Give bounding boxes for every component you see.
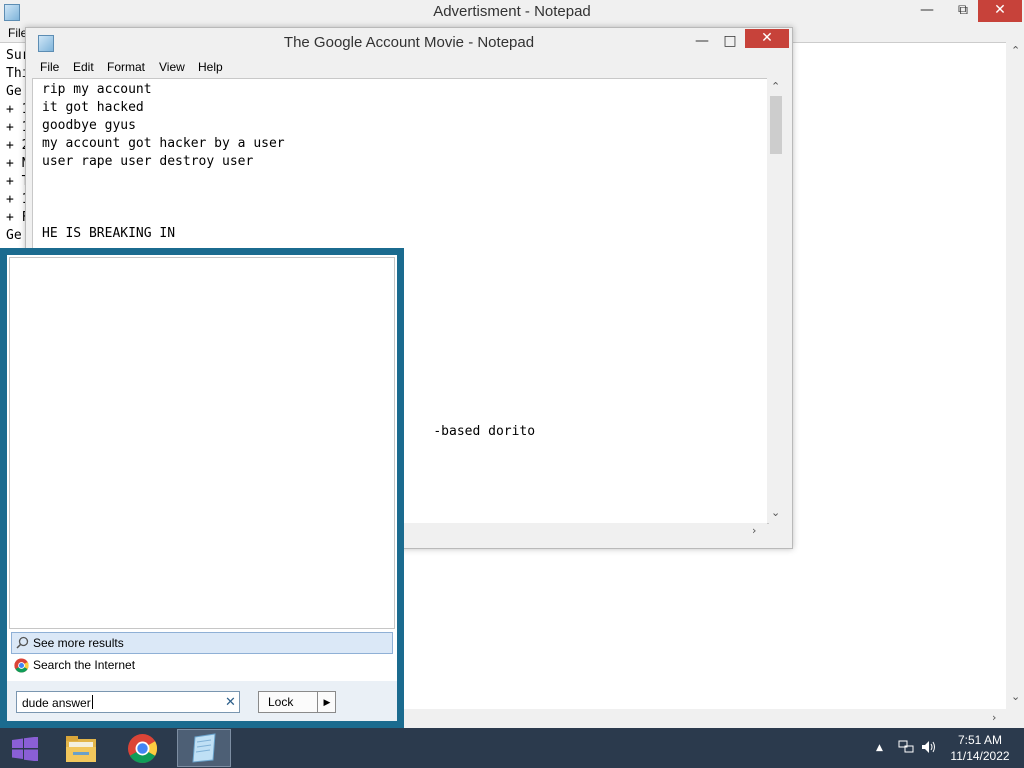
text-line: rip my account — [42, 82, 152, 97]
taskbar: ▲ 7:51 AM 11/14/2022 — [0, 728, 1024, 768]
start-button[interactable] — [0, 729, 54, 767]
text-line: goodbye gyus — [42, 118, 136, 133]
start-menu: See more results Search the Internet dud… — [0, 248, 404, 728]
menu-edit[interactable]: Edit — [73, 60, 94, 74]
start-menu-panel: See more results Search the Internet dud… — [7, 255, 397, 721]
power-options-arrow-icon[interactable]: ▶ — [317, 692, 336, 712]
background-window-title: Advertisment - Notepad — [433, 3, 591, 20]
chrome-icon — [14, 658, 29, 673]
text-caret — [91, 695, 93, 709]
background-title-bar[interactable]: Advertisment - Notepad — ⧉ ✕ — [0, 0, 1024, 24]
clear-search-icon[interactable]: ✕ — [225, 694, 236, 710]
close-button[interactable]: ✕ — [745, 29, 789, 48]
show-hidden-icons-icon[interactable]: ▲ — [876, 743, 883, 753]
folder-icon — [66, 736, 96, 762]
background-vertical-scrollbar[interactable]: ⌃ ⌄ — [1006, 42, 1024, 709]
scroll-right-icon[interactable]: › — [752, 524, 756, 537]
chrome-taskbar-button[interactable] — [116, 729, 170, 767]
vertical-scrollbar[interactable]: ⌃ ⌄ — [767, 78, 785, 523]
minimize-button[interactable]: — — [689, 31, 715, 53]
menu-bar: File Edit Format View Help — [32, 58, 786, 78]
see-more-results-item[interactable]: See more results — [11, 632, 393, 654]
see-more-results-label: See more results — [33, 636, 124, 650]
search-bar-area: dude answer ✕ Lock ▶ — [7, 681, 397, 721]
notepad-icon — [192, 733, 216, 763]
clock[interactable]: 7:51 AM 11/14/2022 — [940, 732, 1020, 764]
window-title: The Google Account Movie - Notepad — [283, 34, 535, 51]
windows-logo-icon — [12, 737, 38, 761]
scroll-down-icon[interactable]: ⌄ — [771, 506, 780, 519]
text-line: my account got hacker by a user — [42, 136, 285, 151]
scroll-up-icon[interactable]: ⌃ — [1011, 44, 1020, 57]
search-query: dude answer — [22, 695, 93, 710]
network-icon[interactable] — [898, 740, 914, 757]
text-line: HE IS BREAKING IN — [42, 226, 176, 241]
text-line: user rape user destroy user — [42, 154, 254, 169]
text-line: it got hacked — [42, 100, 144, 115]
search-icon — [16, 636, 29, 649]
lock-button-label: Lock — [268, 695, 294, 709]
text-line — [42, 207, 535, 225]
scroll-thumb[interactable] — [770, 96, 782, 154]
maximize-button[interactable]: □ — [717, 31, 743, 53]
search-internet-label: Search the Internet — [33, 658, 136, 672]
menu-view[interactable]: View — [159, 60, 185, 74]
search-results-list — [9, 257, 395, 629]
scroll-right-icon[interactable]: › — [992, 711, 996, 724]
title-bar[interactable]: The Google Account Movie - Notepad — □ ✕ — [26, 28, 792, 58]
notepad-taskbar-button[interactable] — [177, 729, 231, 767]
scroll-down-icon[interactable]: ⌄ — [1011, 690, 1020, 703]
menu-file[interactable]: File — [40, 60, 59, 74]
minimize-button[interactable]: — — [904, 0, 950, 22]
menu-help[interactable]: Help — [198, 60, 223, 74]
search-input[interactable]: dude answer ✕ — [16, 691, 240, 713]
text-line — [42, 171, 535, 189]
lock-button[interactable]: Lock ▶ — [258, 691, 336, 713]
scroll-up-icon[interactable]: ⌃ — [771, 80, 780, 93]
volume-icon[interactable] — [921, 740, 937, 757]
search-internet-item[interactable]: Search the Internet — [11, 656, 391, 676]
text-line — [42, 189, 535, 207]
clock-date: 11/14/2022 — [950, 749, 1010, 763]
close-button[interactable]: ✕ — [978, 0, 1022, 22]
search-query-text: dude answer — [22, 696, 91, 710]
file-explorer-taskbar-button[interactable] — [55, 729, 109, 767]
chrome-icon — [127, 733, 158, 764]
clock-time: 7:51 AM — [957, 733, 1003, 747]
restore-button[interactable]: ⧉ — [950, 0, 976, 22]
menu-format[interactable]: Format — [107, 60, 145, 74]
